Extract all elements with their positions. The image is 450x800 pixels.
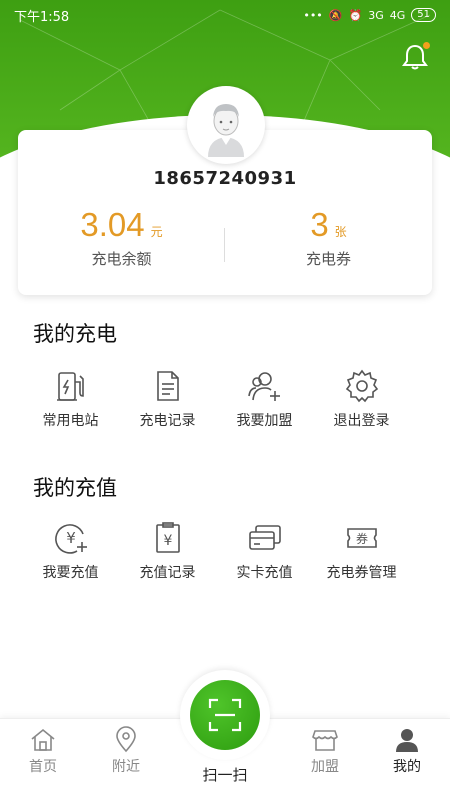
- store-icon: [312, 730, 338, 751]
- card-topup-label: 实卡充值: [236, 565, 293, 581]
- balance-label: 充电余额: [91, 250, 152, 268]
- join-label: 我要加盟: [236, 413, 293, 429]
- tab-nearby-label: 附近: [112, 759, 140, 775]
- topup-section-title: 我的充值: [33, 476, 117, 500]
- avatar[interactable]: [187, 86, 265, 164]
- tab-nearby[interactable]: 附近: [91, 726, 161, 776]
- topup-records-button[interactable]: ¥ 充值记录: [119, 520, 216, 582]
- coupon-stat[interactable]: 3张 充电券: [225, 206, 432, 269]
- tab-mine-label: 我的: [393, 759, 421, 775]
- user-icon: [396, 729, 418, 752]
- location-pin-icon: [116, 726, 136, 753]
- tab-home[interactable]: 首页: [8, 726, 78, 776]
- topup-button[interactable]: ¥ 我要充值: [22, 520, 119, 582]
- coupon-management-label: 充电券管理: [326, 565, 397, 581]
- notification-dot: [423, 42, 430, 49]
- tab-join-label: 加盟: [311, 759, 339, 775]
- balance-unit: 元: [150, 225, 163, 239]
- phone-number: 18657240931: [153, 168, 297, 189]
- favorite-stations-label: 常用电站: [42, 413, 99, 429]
- yen-clipboard-icon: ¥: [155, 522, 180, 553]
- coupon-label: 充电券: [305, 250, 351, 268]
- card-topup-button[interactable]: 实卡充值: [216, 520, 313, 582]
- balance-value: 3.04: [80, 206, 145, 243]
- topup-grid: ¥ 我要充值 ¥ 充值记录 实卡充值 券 充电券管理: [22, 520, 422, 582]
- coupon-icon: 券: [346, 528, 377, 548]
- status-bar: 下午1:58 ••• 🔕 ⏰ 3G 4G 51: [0, 0, 450, 30]
- tab-mine[interactable]: 我的: [372, 726, 442, 776]
- scan-label[interactable]: 扫一扫: [180, 764, 270, 785]
- charging-station-icon: [56, 372, 84, 401]
- coupon-management-button[interactable]: 券 充电券管理: [313, 520, 410, 582]
- signal-4g: 4G: [389, 8, 406, 22]
- status-time: 下午1:58: [14, 9, 70, 25]
- favorite-stations-button[interactable]: 常用电站: [22, 368, 119, 430]
- coupon-unit: 张: [334, 225, 347, 239]
- logout-label: 退出登录: [333, 413, 390, 429]
- topup-records-label: 充值记录: [139, 565, 196, 581]
- signal-3g: 3G: [368, 8, 384, 22]
- charging-records-button[interactable]: 充电记录: [119, 368, 216, 430]
- balance-stat[interactable]: 3.04 元 充电余额: [18, 206, 225, 269]
- gear-icon: [345, 369, 378, 403]
- svg-text:券: 券: [355, 531, 367, 546]
- join-button[interactable]: 我要加盟: [216, 368, 313, 430]
- charging-grid: 常用电站 充电记录 我要加盟 退出登录: [22, 368, 422, 430]
- charging-section-title: 我的充电: [33, 322, 117, 346]
- charging-records-label: 充电记录: [139, 413, 196, 429]
- coupon-value: 3: [310, 206, 329, 243]
- battery-indicator: 51: [411, 8, 436, 22]
- svg-text:¥: ¥: [163, 533, 172, 549]
- more-icon: •••: [303, 8, 323, 22]
- svg-text:¥: ¥: [66, 529, 76, 547]
- yen-plus-icon: ¥: [54, 524, 87, 554]
- scan-icon: [208, 698, 242, 732]
- user-avatar-icon: [208, 104, 244, 157]
- add-user-icon: [247, 372, 280, 401]
- topup-label: 我要充值: [42, 565, 99, 581]
- alarm-icon: ⏰: [348, 8, 363, 22]
- card-icon: [248, 525, 281, 550]
- tab-home-label: 首页: [29, 759, 57, 775]
- document-icon: [156, 371, 179, 401]
- scan-button-ring: [180, 670, 270, 760]
- home-icon: [31, 728, 55, 751]
- mute-icon: 🔕: [328, 8, 343, 22]
- status-icons: ••• 🔕 ⏰ 3G 4G 51: [303, 8, 436, 22]
- scan-button[interactable]: [190, 680, 260, 750]
- logout-button[interactable]: 退出登录: [313, 368, 410, 430]
- tab-join[interactable]: 加盟: [290, 726, 360, 776]
